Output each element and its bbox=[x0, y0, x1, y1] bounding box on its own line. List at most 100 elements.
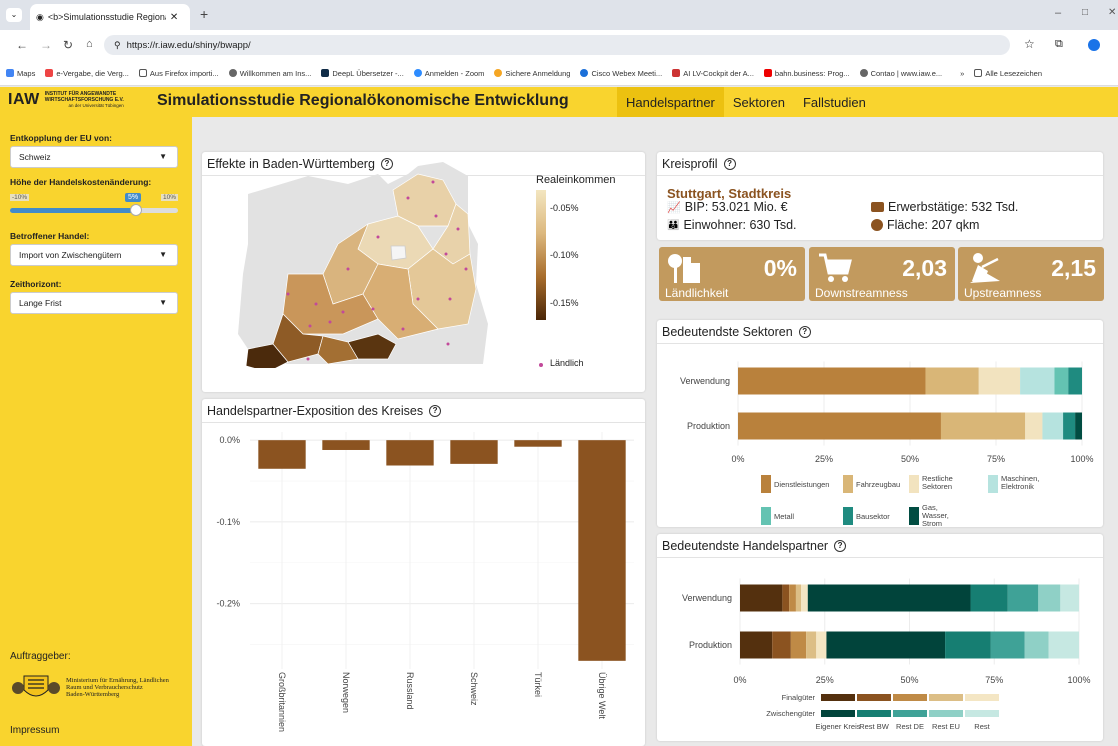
site-info-icon[interactable]: ⚲ bbox=[114, 40, 121, 51]
label-cost-change: Höhe der Handelskostenänderung: bbox=[10, 177, 152, 187]
bar-segment bbox=[789, 584, 796, 612]
iaw-logo[interactable]: IAW Institut für Angewandte Wirtschaftsf… bbox=[8, 91, 124, 109]
close-window-icon[interactable]: ✕ bbox=[1108, 7, 1116, 18]
legend-row-label: Zwischengüter bbox=[766, 709, 815, 718]
legend-swatch bbox=[857, 710, 891, 717]
bar-segment bbox=[782, 584, 790, 612]
document-icon bbox=[672, 69, 681, 77]
partners-panel: Bedeutendste Handelspartner? 0% 25% 50% 75%… bbox=[657, 534, 1103, 741]
region-stuttgart[interactable] bbox=[390, 245, 407, 261]
bookmark-item[interactable]: AI LV-Cockpit der A... bbox=[672, 69, 754, 78]
browser-tab[interactable]: ◉ <b>Simulationsstudie Regional ✕ bbox=[30, 4, 190, 30]
bookmark-item[interactable]: Sichere Anmeldung bbox=[494, 69, 570, 78]
browser-titlebar: ⌄ ◉ <b>Simulationsstudie Regional ✕ + – … bbox=[0, 0, 1118, 30]
bar-segment bbox=[1060, 584, 1079, 612]
rural-icon bbox=[668, 254, 700, 283]
line-chart-icon: 📈 bbox=[667, 201, 681, 214]
slider-fill bbox=[10, 208, 136, 213]
legend-label: Fahrzeugbau bbox=[856, 480, 900, 489]
bookmark-item[interactable]: bahn.business: Prog... bbox=[763, 69, 850, 78]
reload-icon[interactable]: ↻ bbox=[63, 38, 73, 52]
legend-label: Elektronik bbox=[1001, 482, 1034, 491]
bookmark-item[interactable]: Anmelden - Zoom bbox=[413, 69, 484, 78]
help-icon[interactable]: ? bbox=[834, 539, 847, 552]
help-icon[interactable]: ? bbox=[798, 325, 811, 338]
trade-select[interactable]: Import von Zwischengütern ▼ bbox=[10, 244, 178, 266]
bookmark-item[interactable]: Willkommen am Ins... bbox=[228, 69, 311, 78]
legend-tick: -0.05% bbox=[550, 203, 579, 213]
bookmark-star-icon[interactable]: ☆ bbox=[1024, 37, 1035, 51]
profile-icon[interactable] bbox=[1088, 39, 1100, 51]
kpi-downstreamness: 2,03 Downstreamness bbox=[809, 247, 955, 301]
bar bbox=[514, 440, 562, 447]
panel-title: Handelspartner-Exposition des Kreises bbox=[207, 403, 424, 418]
new-tab-icon[interactable]: + bbox=[200, 6, 208, 22]
bookmark-item[interactable]: Maps bbox=[6, 69, 35, 78]
help-icon[interactable]: ? bbox=[723, 157, 736, 170]
url-field[interactable]: ⚲ https://r.iaw.edu/shiny/bwapp/ bbox=[104, 35, 1010, 55]
chevron-down-icon: ▼ bbox=[159, 298, 167, 307]
logo-text: IAW bbox=[8, 91, 40, 108]
nav-handelspartner[interactable]: Handelspartner bbox=[617, 87, 724, 117]
country-select[interactable]: Schweiz ▼ bbox=[10, 146, 178, 168]
db-icon bbox=[763, 69, 772, 77]
legend-swatch bbox=[909, 507, 919, 525]
legend-swatch bbox=[843, 507, 853, 525]
bar-segment bbox=[1054, 367, 1069, 395]
tab-menu-icon[interactable]: ⌄ bbox=[6, 8, 22, 22]
bookmark-item[interactable]: e-Vergabe, die Verg... bbox=[45, 69, 129, 78]
kpi-value: 0% bbox=[763, 255, 797, 281]
back-icon[interactable]: ← bbox=[16, 38, 28, 52]
bookmark-item[interactable]: DeepL Übersetzer -... bbox=[321, 69, 404, 78]
cost-slider[interactable]: -10% 5% 10% bbox=[10, 192, 178, 218]
sun-icon bbox=[494, 69, 503, 77]
y-tick-label: Verwendung bbox=[682, 593, 732, 603]
inhabitants-stat: 👪 Einwohner: 630 Tsd. bbox=[667, 218, 797, 232]
panel-header: Kreisprofil? bbox=[657, 152, 1103, 176]
slider-handle[interactable] bbox=[130, 204, 142, 216]
bar-segment bbox=[807, 584, 971, 612]
legend-col-label: Rest DE bbox=[896, 722, 924, 731]
legend-col-label: Rest bbox=[974, 722, 990, 731]
bar-segment bbox=[1042, 412, 1064, 440]
bookmark-favicon-icon bbox=[45, 69, 54, 77]
folder-icon bbox=[974, 69, 983, 77]
address-bar: ← → ↻ ⌂ ⚲ https://r.iaw.edu/shiny/bwapp/… bbox=[0, 30, 1118, 61]
bookmark-folder[interactable]: Aus Firefox importi... bbox=[138, 69, 219, 78]
exposure-chart: 0.0% -0.1% -0.2% Großbritannien Norwegen Russ… bbox=[216, 432, 634, 732]
impressum-link[interactable]: Impressum bbox=[10, 725, 59, 736]
minimize-icon[interactable]: – bbox=[1055, 7, 1061, 19]
close-tab-icon[interactable]: ✕ bbox=[170, 12, 178, 23]
forward-icon[interactable]: → bbox=[40, 38, 52, 52]
horizon-select[interactable]: Lange Frist ▼ bbox=[10, 292, 178, 314]
bar-segment bbox=[801, 584, 808, 612]
x-tick-label: 25% bbox=[815, 454, 833, 464]
legend-swatch bbox=[857, 694, 891, 701]
all-bookmarks-folder[interactable]: Alle Lesezeichen bbox=[974, 69, 1042, 78]
zoom-icon bbox=[413, 69, 422, 77]
bookmark-item[interactable]: Contao | www.iaw.e... bbox=[859, 69, 942, 78]
x-tick-label: Großbritannien bbox=[277, 672, 287, 732]
home-icon[interactable]: ⌂ bbox=[86, 38, 93, 50]
x-tick-label: 25% bbox=[816, 675, 834, 685]
bip-stat: 📈 BIP: 53.021 Mio. € bbox=[667, 200, 788, 214]
bar-segment bbox=[1038, 584, 1061, 612]
maximize-icon[interactable]: □ bbox=[1082, 7, 1088, 18]
bar-segment bbox=[970, 584, 1008, 612]
more-bookmarks-button[interactable]: » bbox=[960, 69, 964, 78]
bookmark-item[interactable]: Cisco Webex Meeti... bbox=[580, 69, 662, 78]
help-icon[interactable]: ? bbox=[429, 404, 442, 417]
legend-gradient bbox=[536, 190, 546, 320]
legend-swatch bbox=[929, 694, 963, 701]
bar-segment bbox=[1063, 412, 1076, 440]
bar-segment bbox=[1048, 631, 1079, 659]
nav-fallstudien[interactable]: Fallstudien bbox=[794, 87, 875, 117]
label-horizon: Zeithorizont: bbox=[10, 279, 62, 289]
x-tick-label: Übrige Welt bbox=[597, 672, 607, 719]
bw-map[interactable] bbox=[228, 154, 548, 368]
legend-swatch bbox=[893, 694, 927, 701]
legend-tick: -0.10% bbox=[550, 250, 579, 260]
panel-title: Bedeutendste Handelspartner bbox=[662, 538, 829, 553]
extensions-icon[interactable]: ⧉ bbox=[1055, 38, 1063, 51]
nav-sektoren[interactable]: Sektoren bbox=[724, 87, 794, 117]
